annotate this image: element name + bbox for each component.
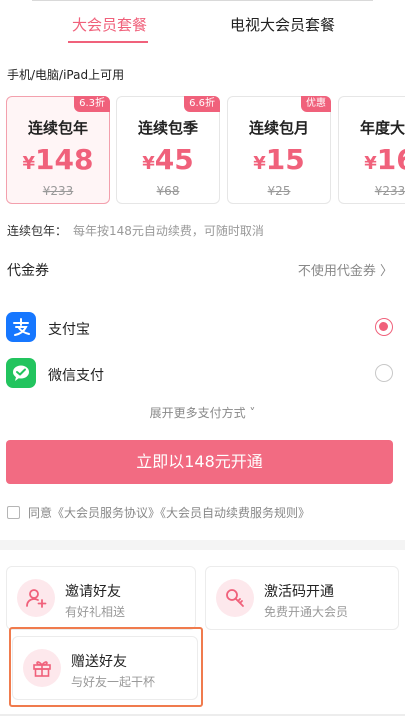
section-divider <box>0 540 405 550</box>
plan-card-monthly[interactable]: 优惠 连续包月 ¥15 ¥25 <box>227 96 331 204</box>
currency-symbol: ¥ <box>142 153 155 174</box>
feature-title: 邀请好友 <box>65 584 121 600</box>
price-value: 15 <box>265 143 305 176</box>
plan-card-annual[interactable]: 6.3折 连续包年 ¥148 ¥233 <box>6 96 110 204</box>
agreement-row[interactable]: 同意《大会员服务协议》《大会员自动续费服务规则》 <box>7 504 310 521</box>
feature-title: 激活码开通 <box>264 584 334 600</box>
wechat-pay-icon <box>6 358 36 388</box>
discount-badge: 6.3折 <box>74 96 110 112</box>
auto-renew-desc: 每年按148元自动续费，可随时取消 <box>73 224 264 238</box>
price-value: 148 <box>35 143 94 176</box>
plan-price: ¥45 <box>117 144 219 180</box>
voucher-row[interactable]: 代金券 不使用代金券 〉 <box>7 258 393 282</box>
original-price: ¥25 <box>267 184 291 198</box>
auto-renew-note: 连续包年： 每年按148元自动续费，可随时取消 <box>7 222 264 239</box>
plan-price: ¥148 <box>7 144 109 180</box>
voucher-value[interactable]: 不使用代金券 〉 <box>298 260 393 279</box>
agreement-text[interactable]: 同意《大会员服务协议》《大会员自动续费服务规则》 <box>28 504 310 521</box>
voucher-label: 代金券 <box>7 263 49 279</box>
payment-option-wechat[interactable]: 微信支付 <box>6 358 393 390</box>
activation-code-card[interactable]: 激活码开通 免费开通大会员 <box>205 566 399 630</box>
plan-price: ¥15 <box>228 144 330 180</box>
original-price: ¥68 <box>156 184 180 198</box>
feature-subtitle: 免费开通大会员 <box>264 605 349 619</box>
price-value: 16 <box>376 143 405 176</box>
payment-name: 支付宝 <box>48 322 90 338</box>
plan-carousel[interactable]: 6.3折 连续包年 ¥148 ¥233 6.6折 连续包季 ¥45 ¥68 优惠… <box>6 96 405 206</box>
original-price: ¥233 <box>42 184 74 198</box>
plan-name: 年度大会 <box>359 119 405 137</box>
agreement-checkbox[interactable] <box>7 506 20 519</box>
discount-badge: 6.6折 <box>184 96 220 112</box>
payment-radio[interactable] <box>375 364 393 382</box>
plan-card-quarterly[interactable]: 6.6折 连续包季 ¥45 ¥68 <box>116 96 220 204</box>
plan-name: 连续包季 <box>137 119 198 137</box>
tab-bar: 大会员套餐 电视大会员套餐 <box>0 0 405 46</box>
purchase-button[interactable]: 立即以148元开通 <box>6 440 393 484</box>
alipay-icon <box>6 312 36 342</box>
discount-badge: 优惠 <box>301 96 331 112</box>
highlight-box <box>9 627 203 707</box>
devices-note: 手机/电脑/iPad上可用 <box>7 68 125 82</box>
original-price: ¥233 <box>374 184 405 198</box>
currency-symbol: ¥ <box>253 153 266 174</box>
plan-name: 连续包年 <box>27 119 88 137</box>
expand-more-payments[interactable]: 展开更多支付方式 ˅ <box>0 404 405 421</box>
currency-symbol: ¥ <box>364 153 377 174</box>
auto-renew-label: 连续包年： <box>7 224 68 238</box>
plan-card-yearly-partial[interactable]: 年度大会 ¥16 ¥233 <box>338 96 405 204</box>
tab-vip-plans[interactable]: 大会员套餐 <box>72 14 147 35</box>
payment-radio-selected[interactable] <box>375 318 393 336</box>
feature-subtitle: 有好礼相送 <box>65 605 126 619</box>
plan-price: ¥16 <box>339 144 405 180</box>
active-tab-indicator <box>68 41 148 43</box>
plan-name: 连续包月 <box>248 119 309 137</box>
key-icon <box>216 579 254 617</box>
payment-name: 微信支付 <box>48 368 104 384</box>
price-value: 45 <box>154 143 194 176</box>
tab-tv-vip-plans[interactable]: 电视大会员套餐 <box>230 14 335 35</box>
invite-friends-card[interactable]: 邀请好友 有好礼相送 <box>6 566 196 630</box>
invite-friend-icon <box>17 579 55 617</box>
currency-symbol: ¥ <box>22 153 36 174</box>
payment-option-alipay[interactable]: 支付宝 <box>6 312 393 344</box>
